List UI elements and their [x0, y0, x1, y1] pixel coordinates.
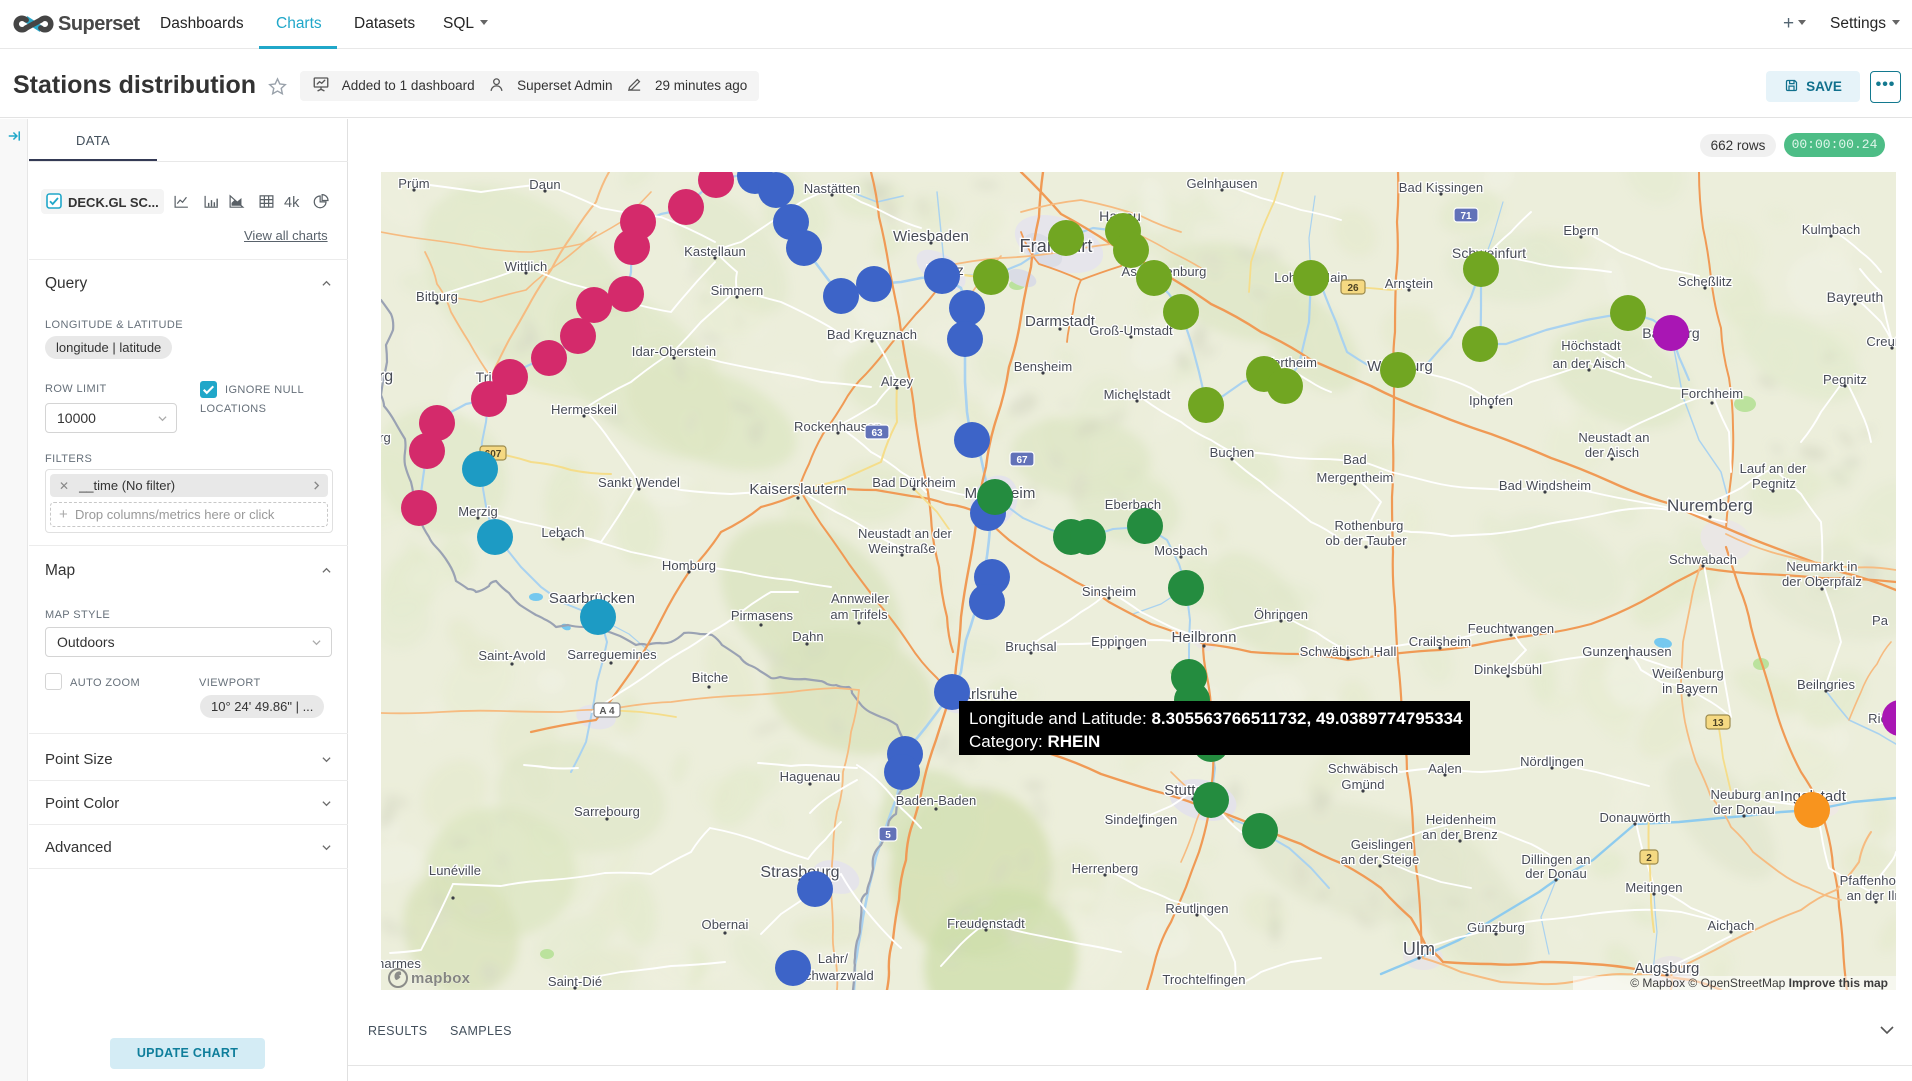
svg-text:Baden-Baden: Baden-Baden: [896, 793, 977, 808]
svg-text:71: 71: [1460, 211, 1472, 222]
svg-text:63: 63: [871, 428, 883, 439]
svg-text:Bad: Bad: [1343, 452, 1366, 467]
svg-text:Kaiserslautern: Kaiserslautern: [749, 481, 846, 498]
svg-text:Pirmasens: Pirmasens: [731, 608, 794, 623]
svg-text:an der Ilm: an der Ilm: [1847, 888, 1896, 903]
svg-text:© Mapbox © OpenStreetMap Impro: © Mapbox © OpenStreetMap Improve this ma…: [1630, 976, 1888, 990]
svg-text:Annweiler: Annweiler: [831, 591, 890, 606]
svg-text:Heilbronn: Heilbronn: [1171, 629, 1236, 646]
svg-text:Neustadt an: Neustadt an: [1578, 430, 1649, 445]
svg-text:Forchheim: Forchheim: [1681, 386, 1743, 401]
svg-text:Neustadt an der: Neustadt an der: [858, 526, 953, 541]
svg-text:Pa: Pa: [1872, 613, 1889, 628]
svg-text:26: 26: [1347, 283, 1359, 294]
svg-text:Pfaffenhofen: Pfaffenhofen: [1840, 873, 1896, 888]
svg-text:Eberbach: Eberbach: [1105, 497, 1161, 512]
svg-text:Sarreguemines: Sarreguemines: [567, 647, 657, 662]
svg-text:Geislingen: Geislingen: [1351, 837, 1413, 852]
svg-text:rg: rg: [381, 368, 393, 385]
svg-text:67: 67: [1016, 455, 1028, 466]
svg-text:Neuburg an: Neuburg an: [1711, 787, 1780, 802]
svg-text:Saint-Avold: Saint-Avold: [478, 648, 545, 663]
svg-text:mapbox: mapbox: [411, 970, 471, 987]
svg-text:in Bayern: in Bayern: [1662, 681, 1718, 696]
svg-text:rg: rg: [381, 430, 391, 445]
svg-text:Lauf an der: Lauf an der: [1740, 461, 1807, 476]
svg-text:am Trifels: am Trifels: [830, 607, 888, 622]
svg-text:Neumarkt in: Neumarkt in: [1786, 559, 1857, 574]
svg-text:Lunéville: Lunéville: [429, 863, 481, 878]
svg-text:Sarrebourg: Sarrebourg: [574, 804, 640, 819]
svg-text:Ulm: Ulm: [1403, 939, 1435, 959]
svg-text:Dahn: Dahn: [792, 629, 823, 644]
svg-text:Schwäbisch: Schwäbisch: [1328, 761, 1398, 776]
svg-text:2: 2: [1646, 853, 1652, 864]
svg-text:Lahr/: Lahr/: [818, 951, 848, 966]
svg-text:Weißenburg: Weißenburg: [1652, 666, 1724, 681]
svg-text:Nuremberg: Nuremberg: [1667, 496, 1753, 515]
svg-text:Haguenau: Haguenau: [780, 769, 841, 784]
svg-text:Bitche: Bitche: [692, 670, 729, 685]
svg-text:Rothenburg: Rothenburg: [1335, 518, 1404, 533]
svg-text:A 4: A 4: [599, 706, 615, 717]
svg-text:Obernai: Obernai: [702, 917, 749, 932]
svg-text:Dillingen an: Dillingen an: [1521, 852, 1590, 867]
svg-text:5: 5: [885, 830, 891, 841]
svg-text:Höchstadt: Höchstadt: [1561, 338, 1621, 353]
svg-text:der Oberpfalz: der Oberpfalz: [1782, 574, 1862, 589]
svg-text:Pegnitz: Pegnitz: [1752, 476, 1796, 491]
svg-text:Trochtelfingen: Trochtelfingen: [1162, 972, 1245, 987]
svg-text:Heidenheim: Heidenheim: [1426, 812, 1496, 827]
svg-text:13: 13: [1712, 718, 1724, 729]
